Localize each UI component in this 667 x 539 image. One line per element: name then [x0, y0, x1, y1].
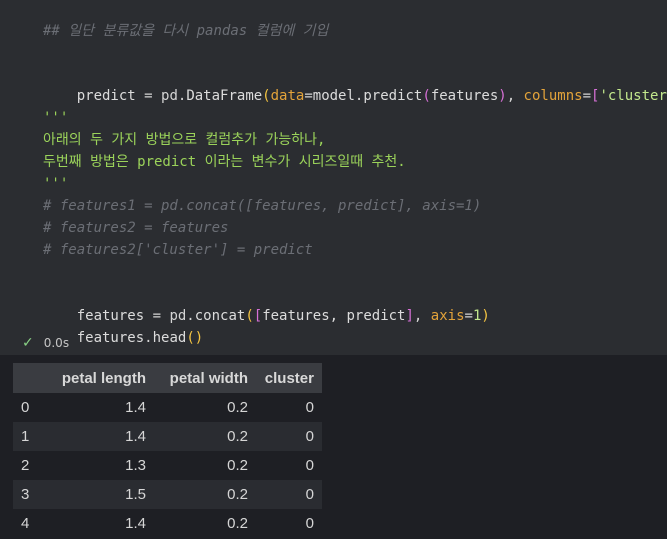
row-index: 3	[13, 480, 47, 509]
code-comment-line: ## 일단 분류값을 다시 pandas 컬럼에 기입	[43, 23, 329, 39]
table-header-row: petal length petal width cluster	[13, 363, 322, 393]
table-row: 1 1.4 0.2 0	[13, 422, 322, 451]
code-line-head: features.head()	[76, 330, 204, 346]
cell-cluster: 0	[256, 422, 322, 451]
docstring-close: '''	[43, 176, 69, 192]
cell-petal-width: 0.2	[154, 480, 256, 509]
row-index: 2	[21, 457, 30, 474]
comment-features1: # features1 = pd.concat([features, predi…	[43, 198, 482, 214]
execution-time: 0.0s	[43, 336, 70, 350]
cell-cluster: 0	[305, 515, 314, 532]
column-header-petal-length: petal length	[47, 363, 154, 393]
cell-cluster: 0	[256, 480, 322, 509]
row-index: 4	[21, 515, 30, 532]
docstring-line-2: 두번째 방법은 predict 이라는 변수가 시리즈일때 추천.	[43, 154, 406, 170]
code-line-predict: predict = pd.DataFrame(data=model.predic…	[76, 88, 667, 104]
column-header-petal-width: petal width	[154, 363, 256, 393]
code-cell[interactable]: ## 일단 분류값을 다시 pandas 컬럼에 기입 predict = pd…	[0, 0, 667, 355]
cell-cluster: 0	[305, 399, 314, 416]
cell-petal-length: 1.5	[47, 480, 154, 509]
comment-features2-cluster: # features2['cluster'] = predict	[43, 242, 313, 258]
cell-petal-width: 0.2	[227, 515, 248, 532]
cell-petal-width: 0.2	[227, 399, 248, 416]
comment-features2: # features2 = features	[43, 220, 229, 236]
cell-petal-length: 1.4	[125, 515, 146, 532]
code-line-concat: features = pd.concat([features, predict]…	[76, 308, 490, 324]
execution-status: ✓ 0.0s	[22, 333, 69, 353]
docstring-line-1: 아래의 두 가지 방법으로 컬럼추가 가능하나,	[43, 132, 326, 148]
cell-petal-length: 1.4	[47, 422, 154, 451]
row-index: 1	[13, 422, 47, 451]
index-header	[13, 363, 47, 393]
row-index: 0	[21, 399, 30, 416]
dataframe-table: petal length petal width cluster 0 1.4 0…	[13, 363, 322, 538]
cell-output: petal length petal width cluster 0 1.4 0…	[0, 355, 667, 539]
cell-cluster: 0	[305, 457, 314, 474]
docstring-open: '''	[43, 110, 69, 126]
cell-petal-width: 0.2	[227, 457, 248, 474]
table-row: 0 1.4 0.2 0	[13, 393, 322, 422]
check-icon: ✓	[22, 335, 34, 351]
cell-petal-width: 0.2	[154, 422, 256, 451]
table-row: 4 1.4 0.2 0	[13, 509, 322, 538]
table-row: 3 1.5 0.2 0	[13, 480, 322, 509]
table-row: 2 1.3 0.2 0	[13, 451, 322, 480]
column-header-cluster: cluster	[256, 363, 322, 393]
cell-petal-length: 1.3	[125, 457, 146, 474]
cell-petal-length: 1.4	[125, 399, 146, 416]
